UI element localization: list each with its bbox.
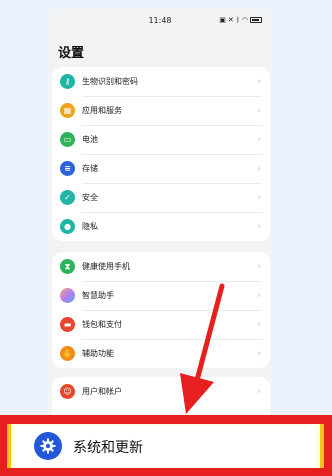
highlight-banner: 系统和更新 bbox=[0, 415, 332, 476]
battery-status-icon bbox=[250, 17, 262, 23]
settings-item-wallet[interactable]: ▬ 钱包和支付 › bbox=[52, 310, 270, 339]
hourglass-icon: ⧗ bbox=[60, 259, 75, 274]
apps-icon: ▦ bbox=[60, 103, 75, 118]
settings-item-label: 隐私 bbox=[82, 222, 98, 231]
chevron-right-icon: › bbox=[257, 76, 261, 87]
assistant-icon bbox=[60, 288, 75, 303]
settings-item-label: 健康使用手机 bbox=[82, 262, 130, 271]
chevron-right-icon: › bbox=[257, 134, 261, 145]
settings-group-1: ⚷ 生物识别和密码 › ▦ 应用和服务 › ▭ 电池 › ≡ 存储 › ✓ 安全… bbox=[52, 67, 270, 241]
highlight-label: 系统和更新 bbox=[73, 440, 143, 456]
settings-item-label: 电池 bbox=[82, 135, 98, 144]
settings-item-assistant[interactable]: 智慧助手 › bbox=[52, 281, 270, 310]
settings-item-label: 应用和服务 bbox=[82, 106, 122, 115]
chevron-right-icon: › bbox=[257, 163, 261, 174]
user-icon: ☺ bbox=[60, 384, 75, 399]
storage-icon: ≡ bbox=[60, 161, 75, 176]
settings-item-biometrics[interactable]: ⚷ 生物识别和密码 › bbox=[52, 67, 270, 96]
chevron-right-icon: › bbox=[257, 192, 261, 203]
nfc-icon: ▣ bbox=[219, 16, 226, 24]
battery-icon: ▭ bbox=[60, 132, 75, 147]
wifi-icon: ◠ bbox=[241, 16, 248, 24]
settings-item-accessibility[interactable]: ✋ 辅助功能 › bbox=[52, 339, 270, 368]
bluetooth-icon: ᛒ bbox=[235, 16, 240, 24]
privacy-icon: ● bbox=[60, 219, 75, 234]
chevron-right-icon: › bbox=[257, 261, 261, 272]
settings-item-label: 存储 bbox=[82, 164, 98, 173]
wallet-icon: ▬ bbox=[60, 317, 75, 332]
settings-item-users[interactable]: ☺ 用户和帐户 › bbox=[52, 377, 270, 406]
accessibility-icon: ✋ bbox=[60, 346, 75, 361]
settings-item-label: 用户和帐户 bbox=[82, 387, 122, 396]
settings-item-label: 智慧助手 bbox=[82, 291, 114, 300]
settings-item-storage[interactable]: ≡ 存储 › bbox=[52, 154, 270, 183]
status-bar: 11:48 ▣ ✕ ᛒ ◠ bbox=[48, 8, 272, 34]
mute-icon: ✕ bbox=[227, 16, 234, 24]
chevron-right-icon: › bbox=[257, 221, 261, 232]
settings-screen: 11:48 ▣ ✕ ᛒ ◠ 设置 ⚷ 生物识别和密码 › ▦ 应用和服务 › ▭… bbox=[48, 8, 272, 476]
settings-item-label: 生物识别和密码 bbox=[82, 77, 138, 86]
settings-item-security[interactable]: ✓ 安全 › bbox=[52, 183, 270, 212]
chevron-right-icon: › bbox=[257, 290, 261, 301]
key-icon: ⚷ bbox=[60, 74, 75, 89]
settings-group-2: ⧗ 健康使用手机 › 智慧助手 › ▬ 钱包和支付 › ✋ 辅助功能 › bbox=[52, 252, 270, 368]
settings-item-system-update[interactable]: 系统和更新 bbox=[15, 425, 316, 467]
chevron-right-icon: › bbox=[257, 348, 261, 359]
shield-icon: ✓ bbox=[60, 190, 75, 205]
settings-item-label: 钱包和支付 bbox=[82, 320, 122, 329]
settings-item-digital-balance[interactable]: ⧗ 健康使用手机 › bbox=[52, 252, 270, 281]
chevron-right-icon: › bbox=[257, 386, 261, 397]
chevron-right-icon: › bbox=[257, 105, 261, 116]
highlight-frame: 系统和更新 bbox=[7, 424, 324, 468]
settings-item-apps[interactable]: ▦ 应用和服务 › bbox=[52, 96, 270, 125]
chevron-right-icon: › bbox=[257, 319, 261, 330]
settings-item-label: 安全 bbox=[82, 193, 98, 202]
status-icons: ▣ ✕ ᛒ ◠ bbox=[219, 16, 262, 24]
page-title: 设置 bbox=[58, 46, 85, 61]
settings-item-privacy[interactable]: ● 隐私 › bbox=[52, 212, 270, 241]
settings-item-battery[interactable]: ▭ 电池 › bbox=[52, 125, 270, 154]
settings-item-label: 辅助功能 bbox=[82, 349, 114, 358]
gear-icon bbox=[34, 432, 62, 460]
